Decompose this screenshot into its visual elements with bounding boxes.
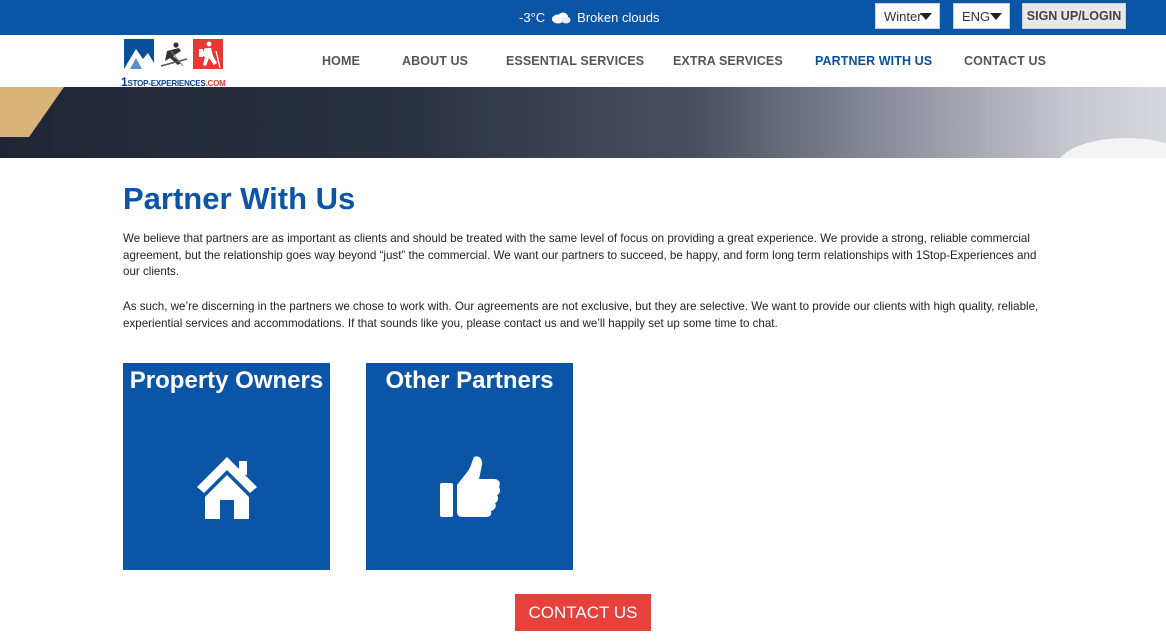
contact-us-button[interactable]: CONTACT US (515, 594, 651, 631)
weather-widget: -3°C Broken clouds (519, 0, 660, 35)
cloud-icon (552, 12, 571, 23)
nav-extra-services[interactable]: EXTRA SERVICES (673, 35, 783, 87)
logo-icons (124, 39, 223, 69)
card-title: Property Owners (129, 367, 324, 394)
nav-home[interactable]: HOME (322, 35, 360, 87)
thumbs-up-icon (440, 456, 501, 517)
signup-login-button[interactable]: SIGN UP/LOGIN (1022, 3, 1126, 29)
nav-contact-us[interactable]: CONTACT US (964, 35, 1046, 87)
hero-banner (0, 87, 1166, 158)
season-select-value: Winter (884, 8, 922, 24)
language-select[interactable]: ENG (953, 3, 1010, 29)
weather-description: Broken clouds (577, 10, 660, 25)
intro-paragraph: We believe that partners are as importan… (123, 232, 1037, 278)
site-header: 1STOP-EXPERIENCES.COM HOME ABOUT US ESSE… (0, 35, 1166, 89)
other-partners-card[interactable]: Other Partners (366, 363, 573, 570)
language-select-value: ENG (962, 8, 991, 24)
chevron-down-icon (920, 13, 932, 20)
selection-paragraph: As such, we’re discerning in the partner… (123, 300, 1039, 330)
property-owners-card[interactable]: Property Owners (123, 363, 330, 570)
card-title: Other Partners (385, 367, 554, 394)
nav-partner-with-us[interactable]: PARTNER WITH US (815, 35, 932, 87)
temperature: -3°C (519, 10, 546, 25)
season-select[interactable]: Winter (875, 3, 940, 29)
nav-essential-services[interactable]: ESSENTIAL SERVICES (506, 35, 644, 87)
home-icon (197, 457, 257, 519)
nav-about-us[interactable]: ABOUT US (402, 35, 468, 87)
top-bar: -3°C Broken clouds Winter ENG SIGN UP/LO… (0, 0, 1166, 35)
page-title: Partner With Us (123, 181, 356, 216)
chevron-down-icon (990, 13, 1002, 20)
site-logo[interactable]: 1STOP-EXPERIENCES.COM (121, 39, 231, 89)
